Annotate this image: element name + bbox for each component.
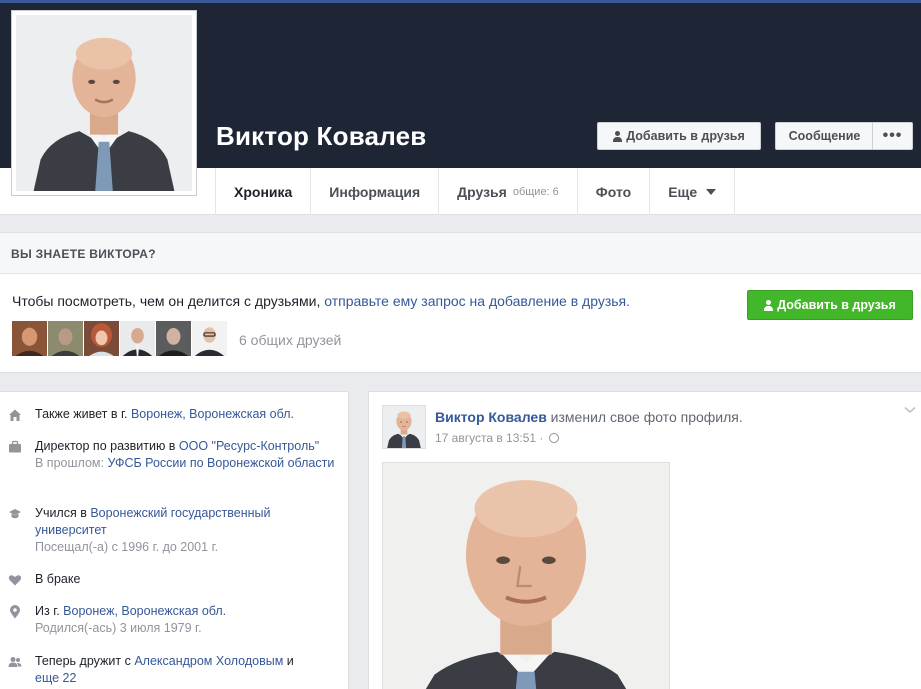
friend-thumbnail[interactable] (12, 321, 47, 356)
intro-lives-prefix: Также живет в г. (35, 407, 131, 421)
tab-timeline-label: Хроника (234, 183, 293, 200)
more-options-button[interactable]: ••• (872, 122, 913, 150)
mutual-friends-count: общие: 6 (512, 185, 559, 198)
friend-thumbnail[interactable] (84, 321, 119, 356)
timeline-post: Виктор Ковалев изменил свое фото профиля… (368, 391, 921, 689)
do-you-know-header: ВЫ ЗНАЕТЕ ВИКТОРА? (0, 233, 921, 274)
graduation-cap-icon (9, 509, 21, 519)
post-author-link[interactable]: Виктор Ковалев (435, 409, 547, 425)
intro-birth-date: 3 июля 1979 г. (119, 621, 202, 635)
intro-friends-text: Теперь дружит с Александром Холодовым и … (35, 653, 340, 687)
more-dots-icon: ••• (882, 127, 903, 144)
tab-timeline[interactable]: Хроника (216, 168, 312, 215)
mutual-friends-thumbnails (12, 321, 228, 358)
friend-thumbnail[interactable] (120, 321, 155, 356)
post-timestamp-row: 17 августа в 13:51 · (435, 431, 560, 445)
add-friend-green-button[interactable]: Добавить в друзья (747, 290, 913, 320)
tab-about-label: Информация (329, 183, 421, 200)
do-you-know-text-before: Чтобы посмотреть, чем он делится с друзь… (12, 293, 325, 309)
tab-photos[interactable]: Фото (578, 168, 651, 215)
heart-icon (8, 575, 22, 586)
intro-hometown-prefix: Из г. (35, 604, 64, 618)
profile-name[interactable]: Виктор Ковалев (216, 121, 426, 152)
tab-friends[interactable]: Друзья общие: 6 (439, 168, 578, 215)
intro-work-prefix: Директор по развитию в (35, 439, 179, 453)
do-you-know-box: ВЫ ЗНАЕТЕ ВИКТОРА? Чтобы посмотреть, чем… (0, 232, 921, 373)
caret-down-icon (706, 188, 717, 195)
briefcase-icon (9, 440, 21, 453)
intro-birth-prefix: Родился(-ась) (35, 621, 120, 635)
intro-education-text: Учился в Воронежский государственный уни… (35, 505, 340, 556)
friend-thumbnail[interactable] (192, 321, 227, 356)
add-friend-label: Добавить в друзья (626, 129, 745, 143)
location-pin-icon (10, 605, 20, 619)
intro-work-past-link[interactable]: УФСБ России по Воронежской области (107, 456, 334, 470)
post-author-avatar[interactable] (382, 405, 426, 449)
tab-more[interactable]: Еще (650, 168, 736, 215)
intro-lives-link[interactable]: Воронеж, Воронежская обл. (131, 407, 294, 421)
intro-more-friends-link[interactable]: еще 22 (35, 671, 76, 685)
message-button[interactable]: Сообщение (775, 122, 873, 150)
message-label: Сообщение (788, 129, 861, 143)
tab-photos-label: Фото (595, 183, 632, 200)
post-timestamp[interactable]: 17 августа в 13:51 · (435, 431, 543, 445)
friends-icon (8, 657, 22, 667)
add-friend-button[interactable]: Добавить в друзья (597, 122, 761, 150)
intro-relationship-status: В браке (35, 572, 81, 586)
intro-hometown-text: Из г. Воронеж, Воронежская обл. Родился(… (35, 603, 340, 637)
intro-education-years: Посещал(-а) с 1996 г. до 2001 г. (35, 540, 219, 554)
intro-friends-prefix: Теперь дружит с (35, 654, 135, 668)
intro-card: Также живет в г. Воронеж, Воронежская об… (0, 391, 349, 689)
add-friend-icon (613, 130, 623, 142)
tab-friends-label: Друзья (457, 183, 507, 200)
friend-thumbnail[interactable] (156, 321, 191, 356)
intro-hometown-link[interactable]: Воронеж, Воронежская обл. (63, 604, 226, 618)
tab-more-label: Еще (668, 183, 698, 200)
do-you-know-text: Чтобы посмотреть, чем он делится с друзь… (12, 293, 630, 309)
post-photo[interactable] (382, 462, 670, 689)
profile-photo (16, 15, 192, 191)
intro-work-link[interactable]: ООО "Ресурс-Контроль" (179, 439, 319, 453)
intro-friends-suffix: и (283, 654, 294, 668)
intro-relationship-text: В браке (35, 571, 340, 588)
do-you-know-title: ВЫ ЗНАЕТЕ ВИКТОРА? (11, 247, 156, 261)
chevron-down-icon[interactable] (904, 406, 916, 414)
intro-friend-link[interactable]: Александром Холодовым (134, 654, 283, 668)
mutual-friends-text[interactable]: 6 общих друзей (239, 332, 341, 348)
add-friend-icon (764, 299, 774, 311)
add-friend-green-label: Добавить в друзья (777, 298, 896, 312)
globe-icon (549, 433, 560, 443)
send-request-link[interactable]: отправьте ему запрос на добавление в дру… (324, 293, 630, 309)
intro-work-past-prefix: В прошлом: (35, 456, 108, 470)
post-header: Виктор Ковалев изменил свое фото профиля… (435, 409, 743, 425)
post-action-text: изменил свое фото профиля. (546, 409, 743, 425)
intro-education-prefix: Учился в (35, 506, 91, 520)
tab-about[interactable]: Информация (311, 168, 440, 215)
intro-work-text: Директор по развитию в ООО "Ресурс-Контр… (35, 438, 340, 472)
intro-lives-text: Также живет в г. Воронеж, Воронежская об… (35, 406, 340, 423)
house-icon (9, 409, 21, 421)
profile-picture[interactable] (11, 10, 197, 196)
profile-tabs: Хроника Информация Друзья общие: 6 Фото … (215, 168, 736, 215)
friend-thumbnail[interactable] (48, 321, 83, 356)
